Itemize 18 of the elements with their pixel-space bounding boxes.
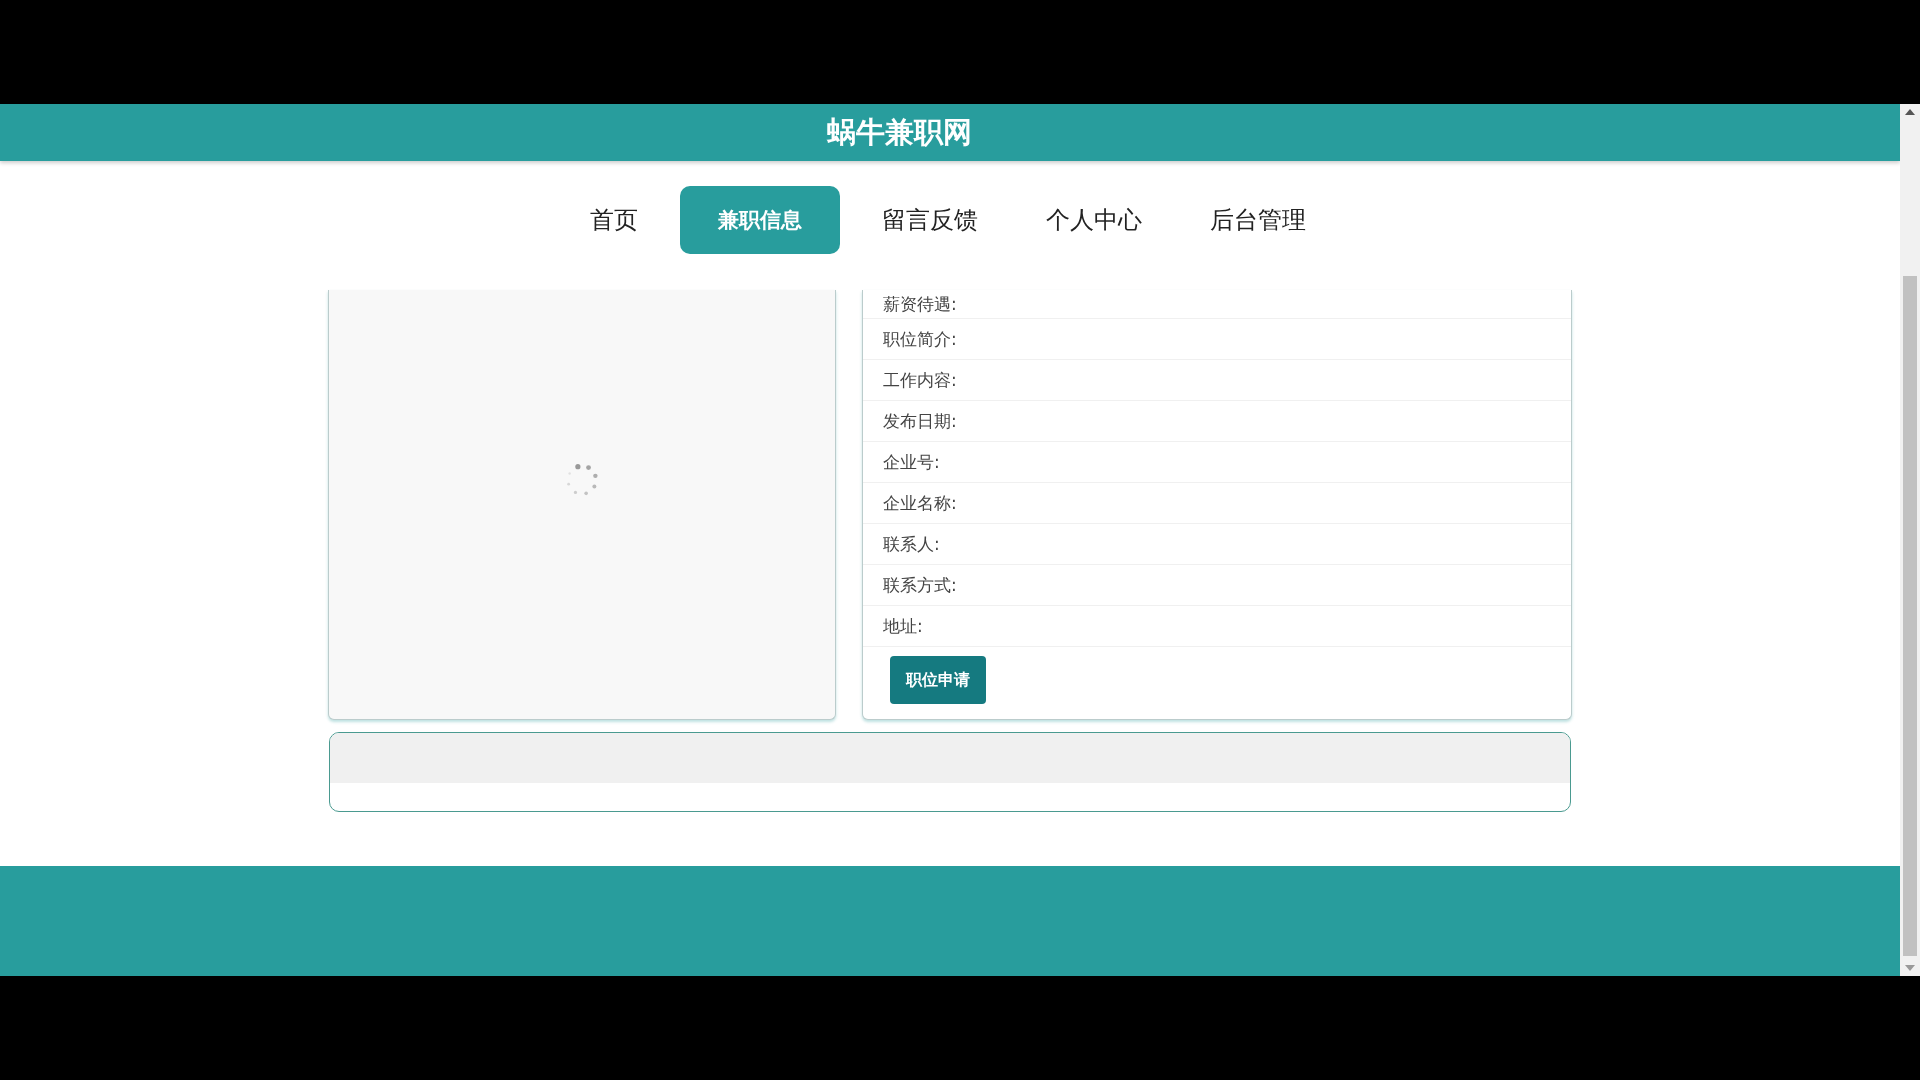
detail-label: 地址:	[883, 614, 923, 638]
scroll-up-arrow-icon[interactable]	[1905, 108, 1915, 116]
nav-tab[interactable]: 留言反馈	[856, 185, 1004, 254]
apply-button[interactable]: 职位申请	[890, 656, 986, 704]
detail-label: 发布日期:	[883, 409, 957, 433]
nav-tab[interactable]: 后台管理	[1184, 185, 1332, 254]
detail-label: 职位简介:	[883, 327, 957, 351]
detail-label: 联系人:	[883, 532, 940, 556]
nav-tab[interactable]: 个人中心	[1020, 185, 1168, 254]
detail-label: 工作内容:	[883, 368, 957, 392]
detail-label: 联系方式:	[883, 573, 957, 597]
scroll-down-arrow-icon[interactable]	[1905, 964, 1915, 972]
nav-tab[interactable]: 首页	[564, 185, 664, 254]
site-title: 蜗牛兼职网	[826, 113, 972, 151]
detail-label: 薪资待遇:	[883, 292, 957, 316]
detail-label: 企业名称:	[883, 491, 957, 515]
scrollbar[interactable]	[1900, 104, 1920, 976]
detail-label: 企业号:	[883, 450, 940, 474]
